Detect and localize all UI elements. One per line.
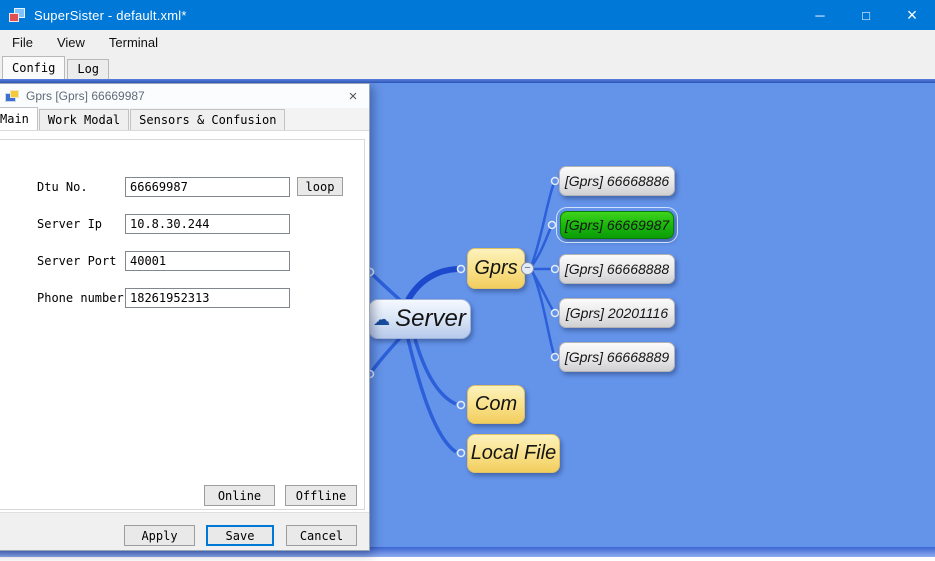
loop-button[interactable]: loop <box>297 177 343 196</box>
node-local-file-label: Local File <box>471 442 557 465</box>
leaf-label: [Gprs] 20201116 <box>566 305 668 321</box>
menubar: File View Terminal <box>0 30 935 56</box>
workspace-tabstrip: Config Log <box>0 56 935 79</box>
node-server-label: Server <box>395 305 466 333</box>
phone-number-label: Phone number <box>37 288 124 308</box>
node-gprs-66668886[interactable]: [Gprs] 66668886 <box>559 166 675 196</box>
dialog-tab-work-modal[interactable]: Work Modal <box>39 109 129 130</box>
tab-config[interactable]: Config <box>2 56 65 79</box>
cancel-button[interactable]: Cancel <box>286 525 357 546</box>
dtu-no-label: Dtu No. <box>37 177 88 197</box>
node-gprs-label: Gprs <box>474 257 517 280</box>
menu-terminal[interactable]: Terminal <box>97 30 170 56</box>
save-button[interactable]: Save <box>206 525 274 546</box>
node-com-label: Com <box>475 393 517 416</box>
cloud-icon: ☁ <box>373 311 390 328</box>
leaf-label: [Gprs] 66669987 <box>565 217 669 233</box>
dialog-tabstrip: Main Work Modal Sensors & Confusion <box>0 108 369 131</box>
dialog-icon-front <box>10 90 19 98</box>
apply-button[interactable]: Apply <box>124 525 195 546</box>
leaf-label: [Gprs] 66668886 <box>565 173 669 189</box>
window-controls: ─ □ × <box>797 0 935 30</box>
app-icon-front <box>9 13 19 22</box>
dialog-icon <box>5 90 19 102</box>
close-icon[interactable]: × <box>889 0 935 30</box>
app-icon <box>9 8 25 22</box>
application-window: SuperSister - default.xml* ─ □ × File Vi… <box>0 0 935 561</box>
titlebar: SuperSister - default.xml* ─ □ × <box>0 0 935 30</box>
map-top-border <box>0 79 935 83</box>
gprs-dialog: Gprs [Gprs] 66669987 × Main Work Modal S… <box>0 83 370 551</box>
server-ip-field[interactable] <box>125 214 290 234</box>
menu-view[interactable]: View <box>45 30 97 56</box>
leaf-label: [Gprs] 66668888 <box>565 261 669 277</box>
node-com[interactable]: Com <box>467 385 525 424</box>
offline-button[interactable]: Offline <box>285 485 357 506</box>
leaf-label: [Gprs] 66668889 <box>565 349 669 365</box>
node-gprs[interactable]: Gprs <box>467 248 525 289</box>
online-button[interactable]: Online <box>204 485 275 506</box>
dialog-tab-main[interactable]: Main <box>0 107 38 130</box>
server-port-label: Server Port <box>37 251 116 271</box>
node-gprs-66668889[interactable]: [Gprs] 66668889 <box>559 342 675 372</box>
window-title: SuperSister - default.xml* <box>34 8 187 23</box>
node-gprs-20201116[interactable]: [Gprs] 20201116 <box>559 298 675 328</box>
dtu-no-field[interactable] <box>125 177 290 197</box>
tab-log[interactable]: Log <box>67 59 109 79</box>
menu-file[interactable]: File <box>0 30 45 56</box>
phone-number-field[interactable] <box>125 288 290 308</box>
dialog-close-icon[interactable]: × <box>337 88 369 105</box>
minimize-icon[interactable]: ─ <box>797 0 843 30</box>
node-server[interactable]: ☁ Server <box>368 299 471 339</box>
node-local-file[interactable]: Local File <box>467 434 560 473</box>
node-gprs-66669987-selected[interactable]: [Gprs] 66669987 <box>560 211 674 239</box>
dialog-titlebar[interactable]: Gprs [Gprs] 66669987 × <box>0 84 369 108</box>
node-gprs-66668888[interactable]: [Gprs] 66668888 <box>559 254 675 284</box>
dialog-title: Gprs [Gprs] 66669987 <box>26 89 145 103</box>
server-port-field[interactable] <box>125 251 290 271</box>
collapse-icon[interactable]: − <box>521 262 534 275</box>
maximize-icon[interactable]: □ <box>843 0 889 30</box>
server-ip-label: Server Ip <box>37 214 102 234</box>
dialog-tab-sensors-confusion[interactable]: Sensors & Confusion <box>130 109 285 130</box>
